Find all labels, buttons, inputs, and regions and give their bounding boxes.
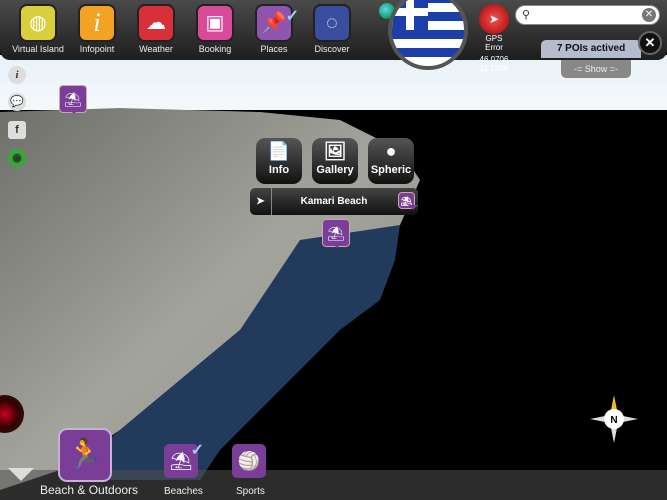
sports-subcategory-button[interactable]: 🏐: [232, 444, 266, 478]
clear-search-icon[interactable]: ✕: [642, 8, 656, 22]
app-discover[interactable]: ◌ Discover: [302, 4, 362, 54]
gps-label: GPS Error: [485, 34, 503, 52]
gps-arrow-icon: ➤: [479, 4, 509, 34]
info-action-button[interactable]: 📄 Info: [256, 138, 302, 184]
suitcase-icon: ▣: [196, 4, 234, 42]
poi-marker-beach[interactable]: ⛱: [59, 85, 87, 114]
app-virtual-island[interactable]: ◍ Virtual Island: [8, 4, 68, 54]
compass[interactable]: N: [590, 395, 638, 443]
collapse-arrow-icon[interactable]: [8, 468, 34, 481]
app-label: Discover: [314, 44, 350, 54]
pushpin-icon: 📌 ✓: [255, 4, 299, 42]
action-label: Gallery: [316, 164, 354, 176]
show-pois-button[interactable]: -= Show =-: [561, 60, 631, 78]
close-button[interactable]: ✕: [638, 31, 662, 55]
compass-icon: ◌: [313, 4, 351, 42]
info-icon: i: [78, 4, 116, 42]
gps-status[interactable]: ➤ GPS Error 46.0706 11.1509: [476, 4, 512, 73]
photos-icon: 🖼: [323, 141, 347, 161]
info-icon[interactable]: i: [8, 66, 26, 84]
pois-active-count: 7 POIs actived: [541, 40, 641, 58]
search-input[interactable]: ⚲ ✕: [515, 5, 660, 25]
beaches-subcategory-button[interactable]: ⛱ ✓: [164, 442, 204, 478]
app-label: Virtual Island: [12, 44, 64, 54]
cloud-icon: ☁: [137, 4, 175, 42]
navigate-arrow-icon[interactable]: ➤: [250, 188, 272, 215]
search-icon: ⚲: [522, 9, 531, 21]
check-icon: ✓: [285, 8, 299, 25]
check-icon: ✓: [190, 442, 204, 459]
app-booking[interactable]: ▣ Booking: [185, 4, 245, 54]
app-label: Places: [260, 44, 288, 54]
jumping-person-icon: 🏃: [66, 438, 104, 471]
action-label: Spheric: [370, 164, 412, 176]
subcategory-label: Sports: [236, 486, 265, 497]
place-name: Kamari Beach: [300, 196, 368, 207]
document-icon: 📄: [267, 141, 291, 161]
app-label: Infopoint: [79, 44, 115, 54]
app-label: Booking: [198, 44, 232, 54]
gps-latitude: 46.0706: [479, 55, 509, 64]
sphere-icon: ●: [385, 141, 397, 161]
action-label: Info: [268, 164, 290, 176]
beach-category-icon: ⛱: [398, 192, 418, 210]
gallery-action-button[interactable]: 🖼 Gallery: [312, 138, 358, 184]
app-label: Weather: [139, 44, 173, 54]
speech-bubble-icon[interactable]: 💬: [8, 93, 26, 111]
spheric-action-button[interactable]: ● Spheric: [368, 138, 414, 184]
app-infopoint[interactable]: i Infopoint: [67, 4, 127, 54]
compass-north: N: [610, 415, 617, 426]
place-name-bar[interactable]: ➤ Kamari Beach ⛱: [250, 188, 418, 215]
gps-longitude: 11.1509: [479, 64, 509, 73]
globe-icon: ◍: [19, 4, 57, 42]
volleyball-icon: 🏐: [237, 451, 261, 471]
beach-outdoors-category-button[interactable]: 🏃: [58, 428, 112, 482]
beach-umbrella-icon: ⛱: [169, 451, 193, 471]
poi-marker-kamari-beach[interactable]: ⛱: [322, 219, 350, 248]
facebook-icon[interactable]: f: [8, 121, 26, 139]
app-weather[interactable]: ☁ Weather: [126, 4, 186, 54]
camera-icon[interactable]: ◉: [8, 149, 26, 167]
app-places[interactable]: 📌 ✓ Places: [244, 4, 304, 54]
subcategory-label: Beaches: [164, 486, 203, 497]
category-label: Beach & Outdoors: [40, 483, 139, 497]
